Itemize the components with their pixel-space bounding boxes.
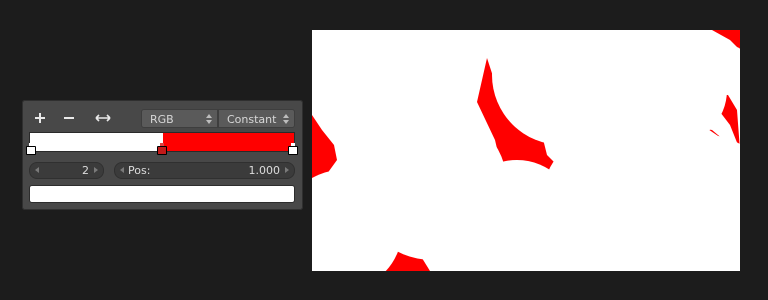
interpolation-label: Constant <box>227 113 277 126</box>
decrement-arrow-icon[interactable] <box>35 167 39 173</box>
remove-stop-button[interactable] <box>58 108 80 128</box>
active-stop-index-value: 2 <box>82 164 89 177</box>
ramp-segment-red <box>163 133 294 151</box>
updown-arrows-icon <box>206 114 212 124</box>
updown-arrows-icon <box>283 114 289 124</box>
increment-arrow-icon[interactable] <box>94 167 98 173</box>
flip-horizontal-icon <box>95 114 111 122</box>
decrement-arrow-icon[interactable] <box>120 167 124 173</box>
increment-arrow-icon[interactable] <box>285 167 289 173</box>
preview-render <box>312 30 740 271</box>
texture-preview <box>312 30 740 271</box>
active-color-swatch[interactable] <box>29 185 295 203</box>
minus-icon <box>64 117 74 119</box>
position-value: 1.000 <box>248 164 281 177</box>
add-stop-button[interactable] <box>29 108 51 128</box>
ramp-stop-marker-selected[interactable] <box>157 143 167 155</box>
active-stop-index-field[interactable]: 2 <box>29 162 104 179</box>
ramp-stop-marker[interactable] <box>288 143 298 155</box>
ramp-segment-white <box>30 133 163 151</box>
ramp-stop-marker[interactable] <box>26 143 36 155</box>
flip-ramp-button[interactable] <box>92 108 114 128</box>
color-mode-select[interactable]: RGB <box>141 109 218 128</box>
position-label: Pos: <box>128 164 151 177</box>
position-field[interactable]: Pos: 1.000 <box>114 162 295 179</box>
interpolation-select[interactable]: Constant <box>218 109 295 128</box>
color-mode-label: RGB <box>150 113 174 126</box>
